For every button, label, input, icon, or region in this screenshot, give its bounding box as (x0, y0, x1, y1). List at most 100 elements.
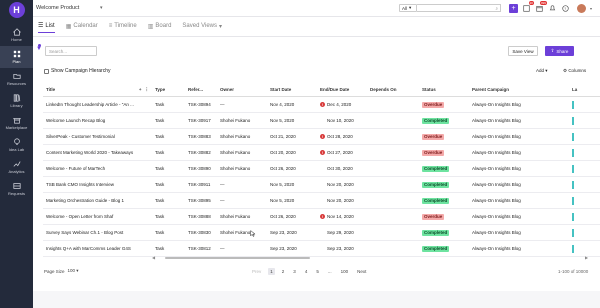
horizontal-scrollbar[interactable] (165, 257, 310, 259)
page-size-select[interactable]: 100 ▾ (68, 268, 79, 274)
start-date-cell[interactable]: Oct 20, 2020 (267, 150, 317, 155)
workspace-title[interactable]: Welcome Product (36, 5, 100, 11)
column-header[interactable]: La (569, 87, 599, 92)
owner-cell[interactable]: Shohei Fukano (217, 166, 267, 171)
column-header[interactable]: End/Due Date (317, 87, 367, 92)
parent-campaign-cell[interactable]: Always-On Insights Blog (469, 134, 569, 139)
start-date-cell[interactable]: Oct 21, 2020 (267, 134, 317, 139)
task-title[interactable]: Welcome - Future of MarTech (46, 166, 152, 171)
table-row[interactable]: Welcome - Open Letter from Shaf Task TSK-3… (43, 209, 600, 225)
columns-button[interactable]: ⚙ Columns (563, 68, 586, 74)
start-date-cell[interactable]: Sep 23, 2020 (267, 246, 317, 251)
table-row[interactable]: Marketing Orchestration Guide - Blog 1 Ta… (43, 193, 600, 209)
status-cell[interactable]: Completed (419, 197, 469, 204)
column-header[interactable]: Type (152, 87, 185, 92)
share-button[interactable]: ⇪ Share (545, 46, 574, 56)
owner-cell[interactable]: Shohei Fukano (217, 214, 267, 219)
task-title-cell[interactable]: Survey Says Webinar Ch.1 - Blog Post (43, 230, 152, 235)
prev-page-button[interactable]: Prev (250, 268, 263, 275)
page-button[interactable]: 2 (280, 268, 287, 275)
end-date-cell[interactable]: !Sep 29, 2020 (317, 230, 367, 235)
table-row[interactable]: Welcome - Future of MarTech Task TSK-30890… (43, 161, 600, 177)
column-header[interactable]: Title + ⋮ (43, 87, 152, 93)
start-date-cell[interactable]: Nov 5, 2020 (267, 198, 317, 203)
status-cell[interactable]: Completed (419, 117, 469, 124)
table-row[interactable]: Survey Says Webinar Ch.1 - Blog Post Task… (43, 225, 600, 241)
column-header[interactable]: Refer... (185, 87, 217, 92)
column-header[interactable]: Status (419, 87, 469, 92)
page-button[interactable]: 5 (314, 268, 321, 275)
task-title[interactable]: LinkedIn Thought Leadership Article - "A… (46, 102, 152, 107)
task-title[interactable]: Welcome - Open Letter from Shaf (46, 214, 152, 219)
owner-cell[interactable]: Shohei Fukano (217, 118, 267, 123)
tab-calendar[interactable]: ▦ Calendar (66, 23, 98, 33)
column-header[interactable]: Depends On (367, 87, 419, 92)
page-button[interactable]: 4 (303, 268, 310, 275)
task-title-cell[interactable]: Insights Q+A with MarComms Leader G4S (43, 246, 152, 251)
column-header[interactable]: Parent Campaign (469, 87, 569, 92)
page-button[interactable]: 1 (268, 267, 275, 275)
end-date-cell[interactable]: !Nov 20, 2020 (317, 182, 367, 187)
bell-icon[interactable] (548, 4, 557, 13)
table-row[interactable]: LinkedIn Thought Leadership Article - "A… (43, 97, 600, 113)
tab-board[interactable]: ▥ Board (148, 23, 172, 33)
end-date-cell[interactable]: !Nov 20, 2020 (317, 198, 367, 203)
end-date-cell[interactable]: ! Oct 27, 2020 (317, 150, 367, 155)
add-row-icon[interactable]: + (139, 87, 142, 93)
task-title[interactable]: Insights Q+A with MarComms Leader G4S (46, 246, 152, 251)
start-date-cell[interactable]: Nov 5, 2020 (267, 118, 317, 123)
task-title-cell[interactable]: Content Marketing World 2020 - Takeaways (43, 150, 152, 155)
status-cell[interactable]: Completed (419, 245, 469, 252)
table-row[interactable]: Insights Q+A with MarComms Leader G4S Tas… (43, 241, 600, 257)
column-header[interactable]: Owner (217, 87, 267, 92)
task-title[interactable]: Welcome Launch Recap Blog (46, 118, 152, 123)
task-title[interactable]: SilverPeak - Customer Testimonial (46, 134, 152, 139)
tab-list[interactable]: ☰ List (38, 22, 55, 33)
chevron-down-icon[interactable]: ▾ (100, 5, 103, 11)
global-search-input[interactable]: ⌕ (416, 4, 501, 12)
task-title-cell[interactable]: Welcome - Open Letter from Shaf (43, 214, 152, 219)
list-search-input[interactable]: Search... (45, 46, 97, 56)
hierarchy-checkbox[interactable] (44, 68, 49, 74)
end-date-cell[interactable]: !Nov 10, 2020 (317, 118, 367, 123)
task-title-cell[interactable]: Welcome - Future of MarTech (43, 166, 152, 171)
owner-cell[interactable]: — (217, 102, 267, 107)
sidebar-item-requests[interactable]: Requests (0, 178, 33, 200)
parent-campaign-cell[interactable]: Always-On Insights Blog (469, 214, 569, 219)
task-title[interactable]: Content Marketing World 2020 - Takeaways (46, 150, 152, 155)
table-row[interactable]: Content Marketing World 2020 - Takeaways… (43, 145, 600, 161)
owner-cell[interactable]: — (217, 182, 267, 187)
app-logo[interactable]: H (8, 2, 25, 18)
owner-cell[interactable]: Shohei Fukano (217, 150, 267, 155)
scope-select[interactable]: All ▾ (398, 4, 417, 12)
scroll-right-icon[interactable]: ▶ (585, 255, 588, 260)
column-header[interactable]: Start Date (267, 87, 317, 92)
calendar-icon[interactable]: 999 (535, 0, 547, 13)
status-cell[interactable]: Completed (419, 229, 469, 236)
chevron-down-icon[interactable]: ▾ (590, 6, 592, 11)
tab-saved-views[interactable]: Saved Views ▾ (182, 23, 222, 33)
help-icon[interactable]: ? (561, 4, 570, 13)
task-title-cell[interactable]: Marketing Orchestration Guide - Blog 1 (43, 198, 152, 203)
status-cell[interactable]: Overdue (419, 213, 469, 220)
status-cell[interactable]: Overdue (419, 133, 469, 140)
last-page-button[interactable]: 100 (339, 268, 351, 275)
user-avatar[interactable] (576, 3, 586, 13)
save-view-button[interactable]: Save View (508, 46, 538, 56)
more-icon[interactable]: ⋮ (145, 87, 150, 93)
scroll-left-icon[interactable]: ◀ (152, 255, 155, 260)
table-row[interactable]: SilverPeak - Customer Testimonial Task TSK… (43, 129, 600, 145)
end-date-cell[interactable]: !Sep 23, 2020 (317, 246, 367, 251)
tab-timeline[interactable]: ≡ Timeline (109, 23, 137, 32)
status-cell[interactable]: Completed (419, 165, 469, 172)
task-title-cell[interactable]: TSB Bank CMO Insights Interview (43, 182, 152, 187)
table-row[interactable]: Welcome Launch Recap Blog Task TSK-30917 Sh… (43, 113, 600, 129)
task-title-cell[interactable]: Welcome Launch Recap Blog (43, 118, 152, 123)
end-date-cell[interactable]: !Oct 30, 2020 (317, 166, 367, 171)
table-row[interactable]: TSB Bank CMO Insights Interview Task TSK-3… (43, 177, 600, 193)
parent-campaign-cell[interactable]: Always-On Insights Blog (469, 150, 569, 155)
end-date-cell[interactable]: ! Dec 4, 2020 (317, 102, 367, 107)
start-date-cell[interactable]: Oct 26, 2020 (267, 214, 317, 219)
task-title-cell[interactable]: LinkedIn Thought Leadership Article - "A… (43, 102, 152, 107)
start-date-cell[interactable]: Sep 23, 2020 (267, 230, 317, 235)
